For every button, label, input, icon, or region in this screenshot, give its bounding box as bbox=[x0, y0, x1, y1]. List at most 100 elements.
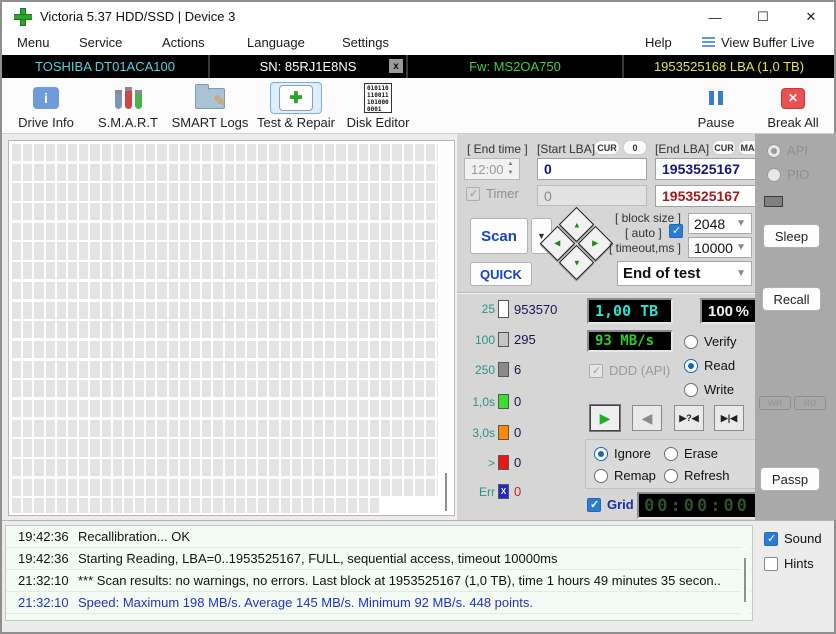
action-refresh[interactable]: Refresh bbox=[664, 468, 730, 483]
first-aid-cross-icon: ✚ bbox=[279, 85, 313, 111]
grid-checkbox[interactable] bbox=[587, 497, 601, 512]
mode-read[interactable]: Read bbox=[684, 358, 735, 373]
block-cell bbox=[112, 380, 122, 398]
pio-option[interactable]: PIO bbox=[767, 167, 809, 182]
remap-radio[interactable] bbox=[594, 468, 608, 483]
passport-button[interactable]: Passp bbox=[760, 467, 820, 491]
tab-drive-info[interactable]: i Drive Info bbox=[8, 81, 84, 130]
block-cell bbox=[179, 321, 189, 339]
sound-checkbox[interactable] bbox=[764, 531, 778, 546]
block-cell bbox=[425, 144, 436, 162]
verify-radio[interactable] bbox=[684, 334, 698, 349]
end-lba-input[interactable]: 1953525167 bbox=[655, 158, 763, 180]
menu-item-actions[interactable]: Actions bbox=[162, 35, 205, 50]
write-radio[interactable] bbox=[684, 382, 698, 397]
butterfly-read-button[interactable]: ▶|◀ bbox=[714, 405, 744, 431]
action-erase[interactable]: Erase bbox=[664, 446, 718, 461]
hints-option[interactable]: Hints bbox=[764, 556, 814, 571]
block-cell bbox=[437, 203, 438, 221]
maximize-button[interactable]: ☐ bbox=[746, 2, 780, 32]
ddd-checkbox[interactable] bbox=[589, 363, 603, 378]
view-buffer-live[interactable]: View Buffer Live bbox=[702, 35, 814, 50]
tab-test-repair[interactable]: ✚ Test & Repair bbox=[254, 81, 338, 130]
folder-pencil-icon: ✎ bbox=[195, 83, 226, 110]
block-cell bbox=[291, 242, 301, 260]
action-remap[interactable]: Remap bbox=[594, 468, 656, 483]
block-cell bbox=[79, 262, 89, 280]
drive-model[interactable]: TOSHIBA DT01ACA100 bbox=[2, 55, 208, 78]
log-area: 19:42:36 Recallibration... OK 19:42:36 Sta… bbox=[2, 520, 834, 632]
block-cell bbox=[246, 340, 257, 359]
block-cell bbox=[34, 242, 44, 260]
end-lba-cur-button[interactable]: CUR bbox=[712, 140, 736, 155]
block-cell bbox=[135, 498, 145, 513]
tab-smart-logs[interactable]: ✎ SMART Logs bbox=[168, 81, 252, 130]
map-scrollbar-thumb[interactable] bbox=[445, 473, 447, 511]
block-cell bbox=[45, 478, 55, 496]
log-scrollbar-thumb[interactable] bbox=[744, 558, 746, 602]
quick-button[interactable]: QUICK bbox=[470, 262, 532, 286]
block-cell bbox=[157, 478, 167, 496]
log-scrollbar[interactable] bbox=[741, 528, 750, 618]
menu-item-service[interactable]: Service bbox=[79, 35, 122, 50]
block-cell bbox=[414, 281, 424, 299]
action-ignore[interactable]: Ignore bbox=[594, 446, 651, 461]
block-cell bbox=[280, 459, 290, 477]
spinner-arrows-icon[interactable]: ▲ ▼ bbox=[504, 160, 517, 178]
menu-item-language[interactable]: Language bbox=[247, 35, 305, 50]
tab-smart[interactable]: S.M.A.R.T bbox=[90, 81, 166, 130]
ignore-radio[interactable] bbox=[594, 446, 608, 461]
end-time-spinner[interactable]: 12:00 ▲ ▼ bbox=[464, 158, 520, 180]
mode-verify[interactable]: Verify bbox=[684, 334, 737, 349]
pio-radio[interactable] bbox=[767, 167, 781, 182]
rd-button[interactable]: RD bbox=[794, 396, 826, 410]
log-box[interactable]: 19:42:36 Recallibration... OK 19:42:36 Sta… bbox=[5, 525, 753, 621]
buffer-list-icon bbox=[702, 36, 715, 49]
auto-checkbox[interactable] bbox=[669, 224, 683, 238]
left-arrow-icon: ◀ bbox=[554, 239, 561, 248]
hints-checkbox[interactable] bbox=[764, 556, 778, 571]
erase-radio[interactable] bbox=[664, 446, 678, 461]
drive-tab-close-icon[interactable]: x bbox=[389, 59, 403, 73]
block-cell bbox=[325, 144, 335, 162]
block-cell bbox=[269, 242, 279, 260]
menu-item-settings[interactable]: Settings bbox=[342, 35, 389, 50]
scan-button[interactable]: Scan bbox=[470, 218, 528, 254]
map-scrollbar[interactable] bbox=[441, 143, 452, 513]
sleep-button[interactable]: Sleep bbox=[763, 224, 820, 248]
end-action-select[interactable]: End of test ▼ bbox=[617, 261, 752, 286]
block-cell bbox=[437, 281, 438, 299]
minimize-button[interactable]: — bbox=[698, 2, 732, 32]
menu-item-menu[interactable]: Menu bbox=[17, 35, 50, 50]
api-option[interactable]: API bbox=[767, 143, 808, 158]
block-cell bbox=[12, 242, 22, 260]
wr-button[interactable]: WR bbox=[759, 396, 791, 410]
read-radio[interactable] bbox=[684, 358, 698, 373]
close-button[interactable]: ✕ bbox=[794, 2, 828, 32]
break-all-button[interactable]: ✕ Break All bbox=[760, 81, 826, 130]
random-read-button[interactable]: ▶?◀ bbox=[674, 405, 704, 431]
start-lba-cur-button[interactable]: CUR bbox=[594, 140, 620, 155]
block-cell bbox=[101, 478, 111, 496]
block-cell bbox=[79, 183, 89, 201]
block-cell bbox=[168, 222, 178, 240]
block-cell bbox=[403, 144, 413, 162]
sound-option[interactable]: Sound bbox=[764, 531, 822, 546]
api-radio[interactable] bbox=[767, 143, 781, 158]
pause-button[interactable]: Pause bbox=[688, 81, 744, 130]
block-cell bbox=[112, 281, 122, 299]
block-cell bbox=[34, 399, 44, 418]
start-lba-zero-button[interactable]: 0 bbox=[623, 140, 647, 155]
block-size-select[interactable]: 2048 ▼ bbox=[688, 213, 752, 234]
menu-item-help[interactable]: Help bbox=[645, 35, 672, 50]
start-lba-input[interactable]: 0 bbox=[537, 158, 647, 180]
block-cell bbox=[381, 360, 391, 378]
refresh-radio[interactable] bbox=[664, 468, 678, 483]
mode-write[interactable]: Write bbox=[684, 382, 734, 397]
recall-button[interactable]: Recall bbox=[762, 287, 821, 311]
play-reverse-button[interactable]: ◀ bbox=[632, 405, 662, 431]
tab-disk-editor[interactable]: 010110 110011 101000 0001 Disk Editor bbox=[342, 81, 414, 130]
timer-checkbox[interactable] bbox=[466, 186, 480, 201]
play-forward-button[interactable]: ▶ bbox=[590, 405, 620, 431]
timeout-select[interactable]: 10000 ▼ bbox=[688, 237, 752, 258]
